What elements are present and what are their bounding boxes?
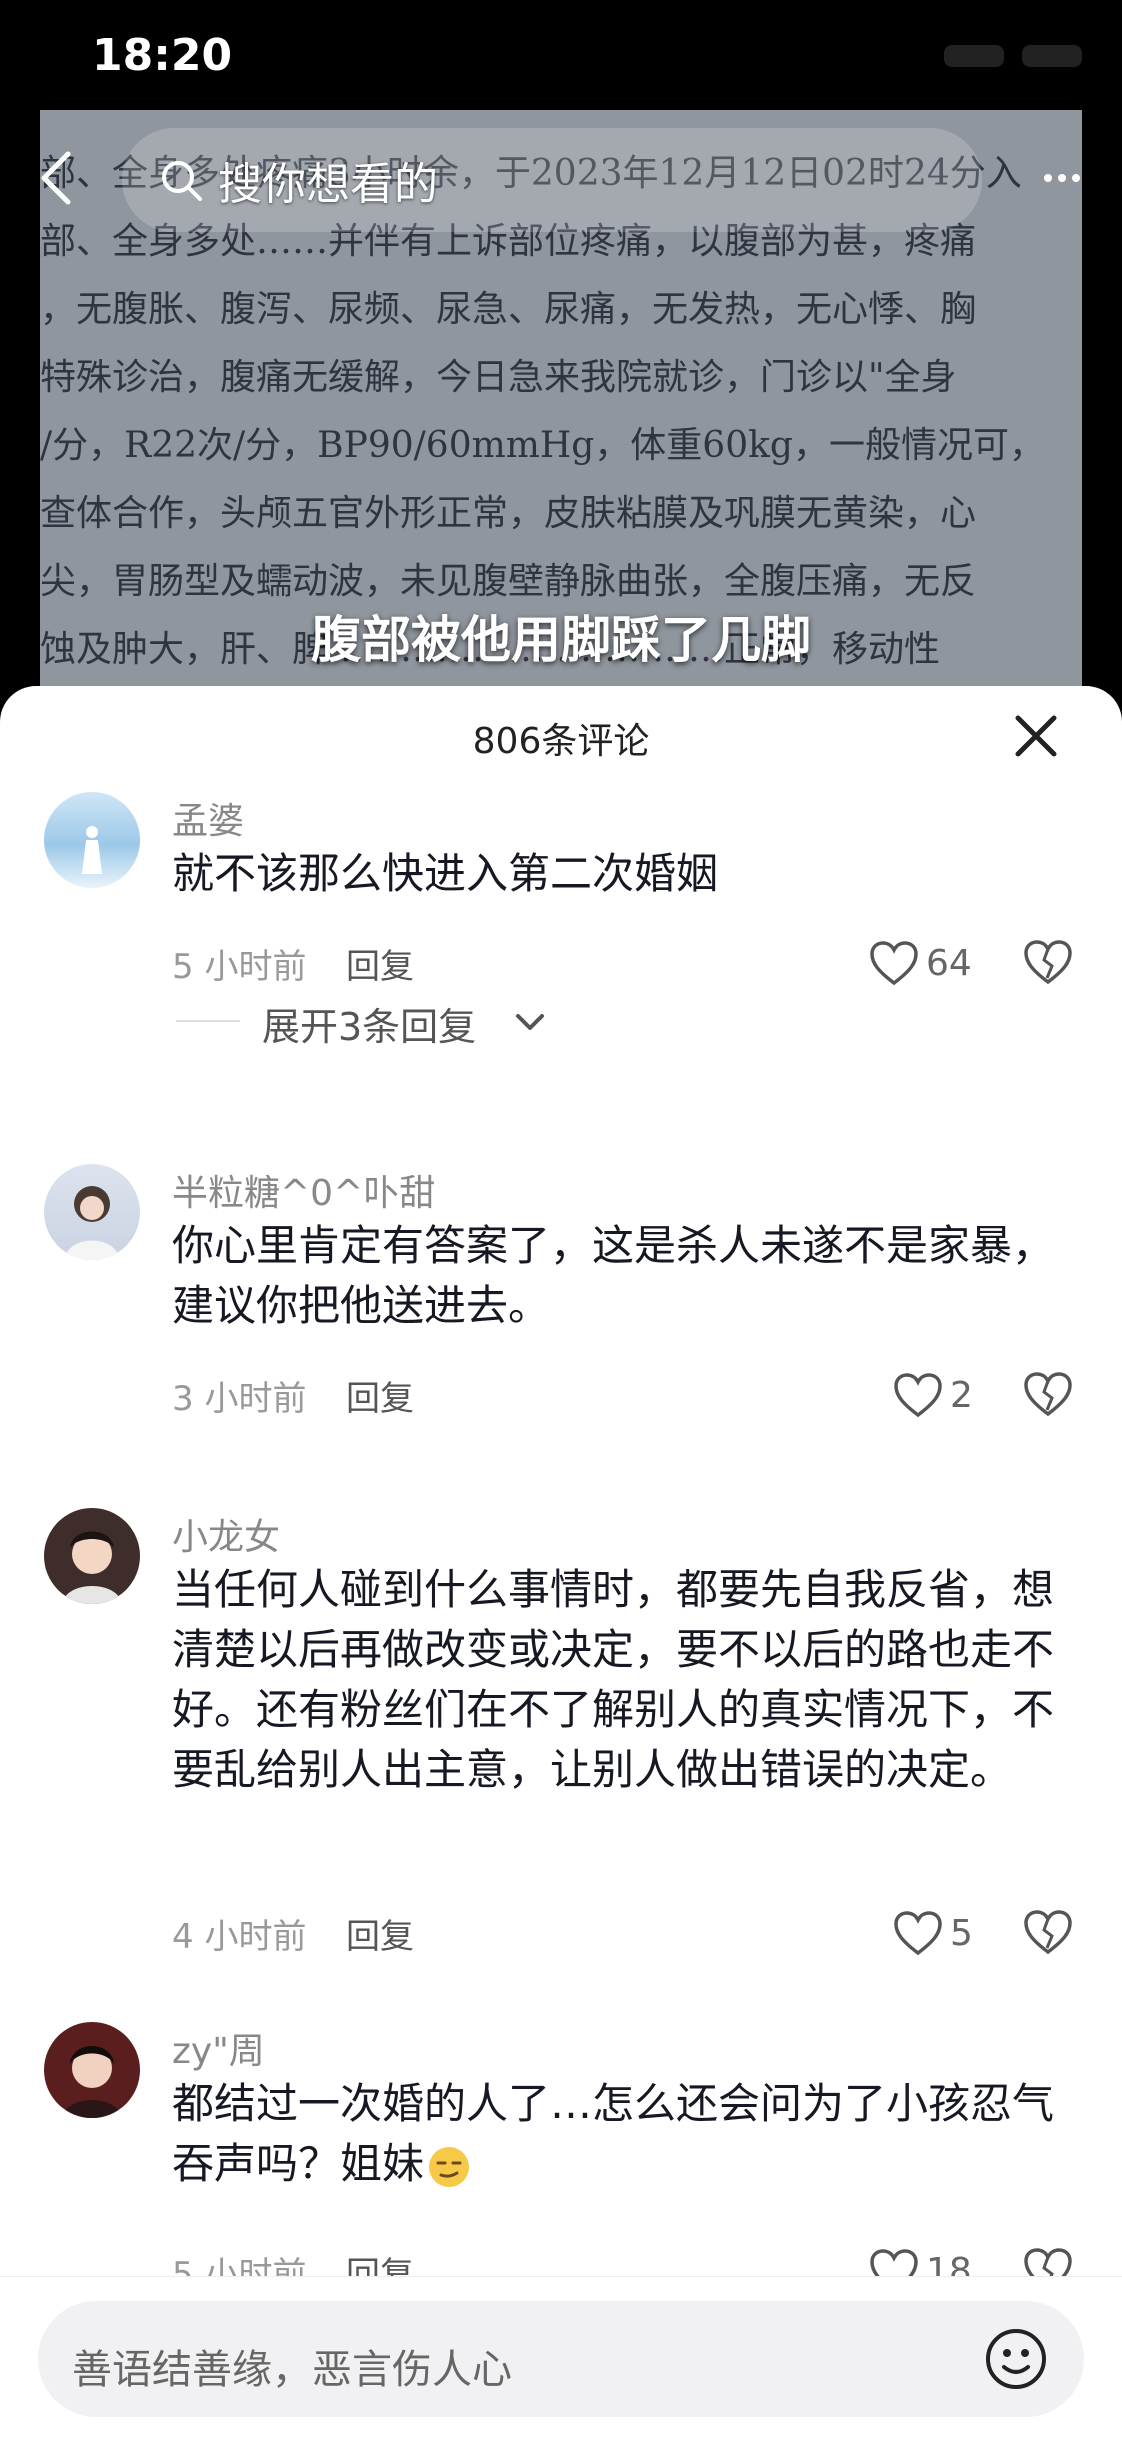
like-count: 5	[950, 1912, 973, 1954]
expand-replies[interactable]: 展开3条回复	[0, 986, 1122, 1056]
comment-text: 当任何人碰到什么事情时，都要先自我反省，想清楚以后再做改变或决定，要不以后的路也…	[172, 1565, 1055, 1794]
comments-header: 806条评论	[0, 686, 1122, 786]
comment-input-bar: 善语结善缘，恶言伤人心	[0, 2276, 1122, 2443]
broken-heart-icon[interactable]	[1022, 1370, 1074, 1418]
comment-username[interactable]: zy"周	[172, 2022, 265, 2074]
avatar-person-icon	[62, 1531, 122, 1604]
comment-username[interactable]: 孟婆	[172, 792, 244, 844]
avatar[interactable]	[44, 1508, 140, 1604]
comment-username[interactable]: 小龙女	[172, 1508, 280, 1560]
comment-time: 5 小时前	[172, 946, 307, 987]
comment-meta: 4 小时前 回复	[172, 1908, 414, 1958]
like-count: 2	[950, 1374, 973, 1416]
back-arrow-icon[interactable]	[28, 148, 88, 208]
broken-heart-icon[interactable]	[1022, 938, 1074, 986]
like-button[interactable]: 64	[868, 938, 972, 988]
comment-time: 3 小时前	[172, 1378, 307, 1419]
heart-icon	[894, 1911, 942, 1956]
comment-count: 806条评论	[472, 721, 650, 762]
comment-item: 半粒糖^0^卟甜 你心里肯定有答案了，这是杀人未遂不是家暴，建议你把他送进去。 …	[0, 1164, 1122, 1424]
status-bar: 18:20	[0, 0, 1122, 110]
comment-text-content: 都结过一次婚的人了…怎么还会问为了小孩忍气吞声吗？姐妹	[172, 2079, 1055, 2188]
doc-line: 特殊诊治，腹痛无缓解，今日急来我院就诊，门诊以"全身	[40, 357, 957, 398]
broken-heart-icon[interactable]	[1022, 1908, 1074, 1956]
comment-meta: 3 小时前 回复	[172, 1370, 414, 1420]
like-button[interactable]: 2	[892, 1370, 973, 1420]
emoji-icon[interactable]	[984, 2327, 1048, 2391]
close-icon[interactable]	[1010, 710, 1062, 762]
comment-meta: 5 小时前 回复	[172, 938, 414, 988]
heart-icon	[870, 941, 918, 986]
comment-time: 4 小时前	[172, 1916, 307, 1957]
avatar[interactable]	[44, 792, 140, 888]
doc-line: ，无腹胀、腹泻、尿频、尿急、尿痛，无发热，无心悸、胸	[40, 289, 977, 330]
comment-text: 你心里肯定有答案了，这是杀人未遂不是家暴，建议你把他送进去。	[172, 1221, 1055, 1330]
search-icon	[162, 161, 202, 201]
reply-button[interactable]: 回复	[346, 939, 414, 988]
smirk-emoji-icon	[429, 2146, 470, 2187]
reply-button[interactable]: 回复	[346, 1909, 414, 1958]
status-time: 18:20	[92, 30, 233, 81]
search-placeholder: 搜你想看的	[218, 159, 438, 210]
expand-divider	[176, 1020, 240, 1022]
like-button[interactable]: 5	[892, 1908, 973, 1958]
top-nav: 搜你想看的	[0, 110, 1122, 250]
signal-icon	[944, 45, 1004, 67]
chevron-down-icon	[516, 1014, 544, 1030]
search-bar[interactable]: 搜你想看的	[122, 128, 982, 232]
reply-button[interactable]: 回复	[346, 1371, 414, 1420]
status-icons	[752, 36, 1082, 76]
comment-item: 小龙女 当任何人碰到什么事情时，都要先自我反省，想清楚以后再做改变或决定，要不以…	[0, 1508, 1122, 1957]
comment-text: 就不该那么快进入第二次婚姻	[172, 849, 719, 898]
avatar-figure-icon	[82, 826, 102, 874]
like-count: 64	[926, 942, 972, 984]
avatar-person-icon	[62, 2046, 122, 2118]
comment-text: 都结过一次婚的人了…怎么还会问为了小孩忍气吞声吗？姐妹	[172, 2074, 1082, 2194]
comment-input[interactable]: 善语结善缘，恶言伤人心	[38, 2301, 1084, 2417]
avatar-person-icon	[64, 1186, 120, 1260]
comment-username[interactable]: 半粒糖^0^卟甜	[172, 1164, 435, 1216]
expand-replies-label: 展开3条回复	[262, 1005, 477, 1049]
more-icon[interactable]	[1042, 168, 1082, 188]
comments-sheet: 806条评论 孟婆 就不该那么快进入第二次婚姻 5 小时前 回复 64 展开3条…	[0, 686, 1122, 2442]
comment-input-placeholder: 善语结善缘，恶言伤人心	[72, 2347, 512, 2393]
avatar[interactable]	[44, 1164, 140, 1260]
video-caption: 腹部被他用脚踩了几脚	[311, 611, 811, 669]
battery-icon	[1022, 45, 1082, 67]
heart-icon	[894, 1373, 942, 1418]
doc-line: 查体合作，头颅五官外形正常，皮肤粘膜及巩膜无黄染，心	[40, 493, 977, 534]
avatar[interactable]	[44, 2022, 140, 2118]
doc-line: /分，R22次/分，BP90/60mmHg，体重60kg，一般情况可，	[40, 425, 1045, 466]
